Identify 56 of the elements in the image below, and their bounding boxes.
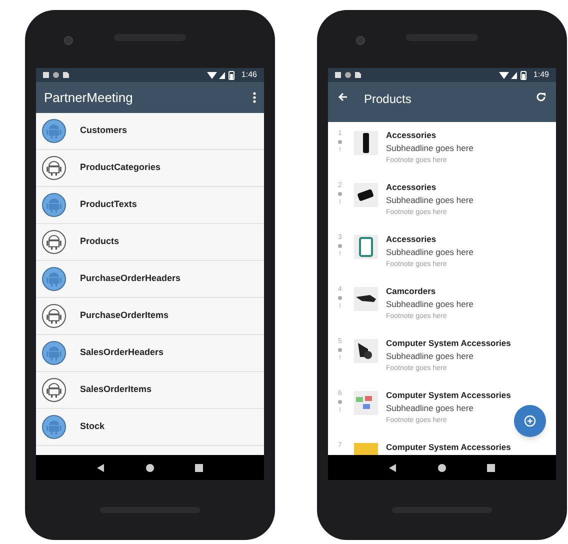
item-title: Computer System Accessories (386, 441, 511, 453)
overflow-menu-icon[interactable] (253, 92, 256, 103)
android-avatar-icon (42, 193, 66, 217)
item-title: Computer System Accessories (386, 389, 511, 401)
status-dot-icon (338, 400, 342, 404)
status-dot-icon (338, 140, 342, 144)
android-avatar-icon (42, 304, 66, 328)
list-item[interactable]: Stock (36, 409, 264, 446)
list-item[interactable]: ProductTexts (36, 187, 264, 224)
status-dot-icon (338, 296, 342, 300)
android-avatar-icon (42, 267, 66, 291)
list-item[interactable]: SalesOrderItems (36, 372, 264, 409)
android-avatar-icon (42, 378, 66, 402)
item-subheadline: Subheadline goes here (386, 142, 474, 155)
add-icon (524, 415, 536, 427)
item-subheadline: Subheadline goes here (386, 402, 474, 415)
status-dot-icon (338, 244, 342, 248)
camera-icon (356, 36, 365, 45)
home-icon[interactable] (146, 464, 154, 472)
list-item[interactable]: SalesOrderHeaders (36, 335, 264, 372)
recents-icon[interactable] (487, 464, 496, 472)
home-icon[interactable] (438, 464, 446, 472)
android-avatar-icon (42, 156, 66, 180)
item-title: Computer System Accessories (386, 337, 511, 349)
list-item[interactable]: ProductCategories (36, 150, 264, 187)
signal-battery-icons (499, 70, 530, 80)
list-item[interactable]: PurchaseOrderItems (36, 298, 264, 335)
android-avatar-icon (42, 230, 66, 254)
android-avatar-icon (42, 341, 66, 365)
item-title: Accessories (386, 181, 438, 193)
recents-icon[interactable] (195, 464, 204, 472)
app-title: Products (364, 91, 412, 108)
item-subheadline: Subheadline goes here (386, 194, 474, 207)
list-item[interactable]: Customers (36, 113, 264, 150)
android-avatar-icon (42, 415, 66, 439)
item-title: Camcorders (386, 285, 437, 297)
status-dot-icon (338, 348, 342, 352)
list-item[interactable]: PurchaseOrderHeaders (36, 261, 264, 298)
camera-icon (64, 36, 73, 45)
status-dot-icon (338, 192, 342, 196)
add-button[interactable] (514, 405, 546, 437)
signal-battery-icons (207, 70, 238, 80)
app-title: PartnerMeeting (44, 88, 134, 107)
android-avatar-icon (42, 119, 66, 143)
item-subheadline: Subheadline goes here (386, 350, 474, 363)
item-subheadline: Subheadline goes here (386, 298, 474, 311)
status-time: 1:46 (241, 69, 257, 81)
item-title: Accessories (386, 233, 438, 245)
back-arrow-icon[interactable] (338, 92, 348, 102)
back-icon[interactable] (96, 464, 105, 472)
item-subheadline: Subheadline goes here (386, 246, 474, 259)
status-time: 1:49 (533, 69, 549, 81)
list-item[interactable]: Products (36, 224, 264, 261)
item-title: Accessories (386, 129, 438, 141)
back-icon[interactable] (388, 464, 397, 472)
refresh-icon[interactable] (536, 92, 546, 102)
